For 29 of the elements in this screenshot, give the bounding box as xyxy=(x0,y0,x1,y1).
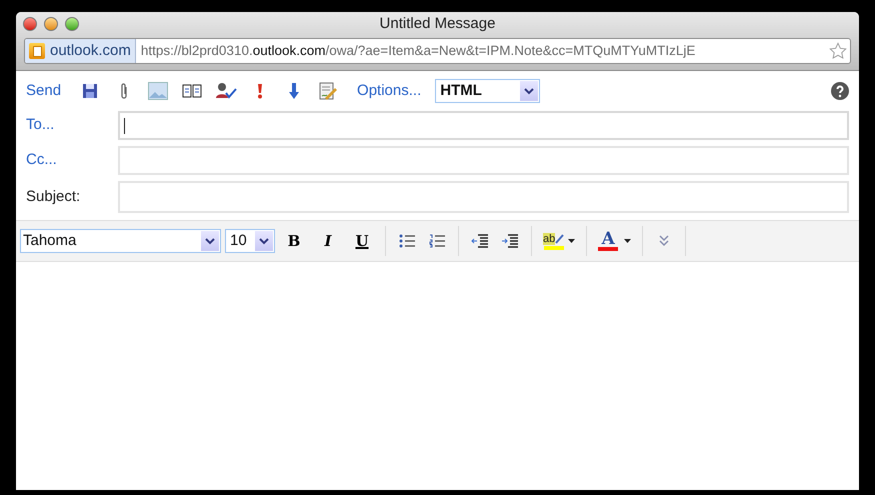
recipient-link[interactable]: To... xyxy=(26,114,118,137)
bold-button[interactable]: B xyxy=(279,228,309,254)
subject-field[interactable] xyxy=(118,181,849,213)
caret-icon xyxy=(568,239,576,243)
send-button[interactable]: Send xyxy=(26,80,62,102)
recipient-link[interactable]: Cc... xyxy=(26,149,118,172)
field-label: Subject: xyxy=(26,186,82,207)
font-color-button[interactable]: A xyxy=(595,228,634,254)
underline-button[interactable]: U xyxy=(347,228,377,254)
close-button[interactable] xyxy=(23,17,37,31)
recipient-field[interactable] xyxy=(118,146,849,175)
minimize-button[interactable] xyxy=(44,17,58,31)
font-select[interactable]: Tahoma xyxy=(20,229,221,253)
url-text: https://bl2prd0310.outlook.com/owa/?ae=Item&a=New&t=IPM.Note&cc=MTQuMTYuMTIzLjE xyxy=(140,42,696,60)
bookmark-star-icon[interactable] xyxy=(829,42,847,60)
site-logo-icon xyxy=(29,43,45,59)
format-select[interactable]: HTML xyxy=(435,79,540,103)
highlight-color-button[interactable]: ab xyxy=(540,228,578,254)
options-link[interactable]: Options... xyxy=(357,80,422,102)
pen-icon xyxy=(555,234,564,244)
size-select[interactable]: 10 xyxy=(225,229,275,253)
italic-button[interactable]: I xyxy=(313,228,343,254)
site-name: outlook.com xyxy=(50,40,131,61)
help-icon[interactable] xyxy=(831,82,849,100)
address-bar[interactable]: outlook.com https://bl2prd0310.outlook.com/owa/?ae=Item&a=New&t=IPM.Note&cc=MTQuMTYuMTIzLjE xyxy=(24,38,851,64)
zoom-button[interactable] xyxy=(65,17,79,31)
caret-icon xyxy=(624,239,632,243)
recipient-field[interactable] xyxy=(118,111,849,140)
window-title: Untitled Message xyxy=(380,14,496,34)
